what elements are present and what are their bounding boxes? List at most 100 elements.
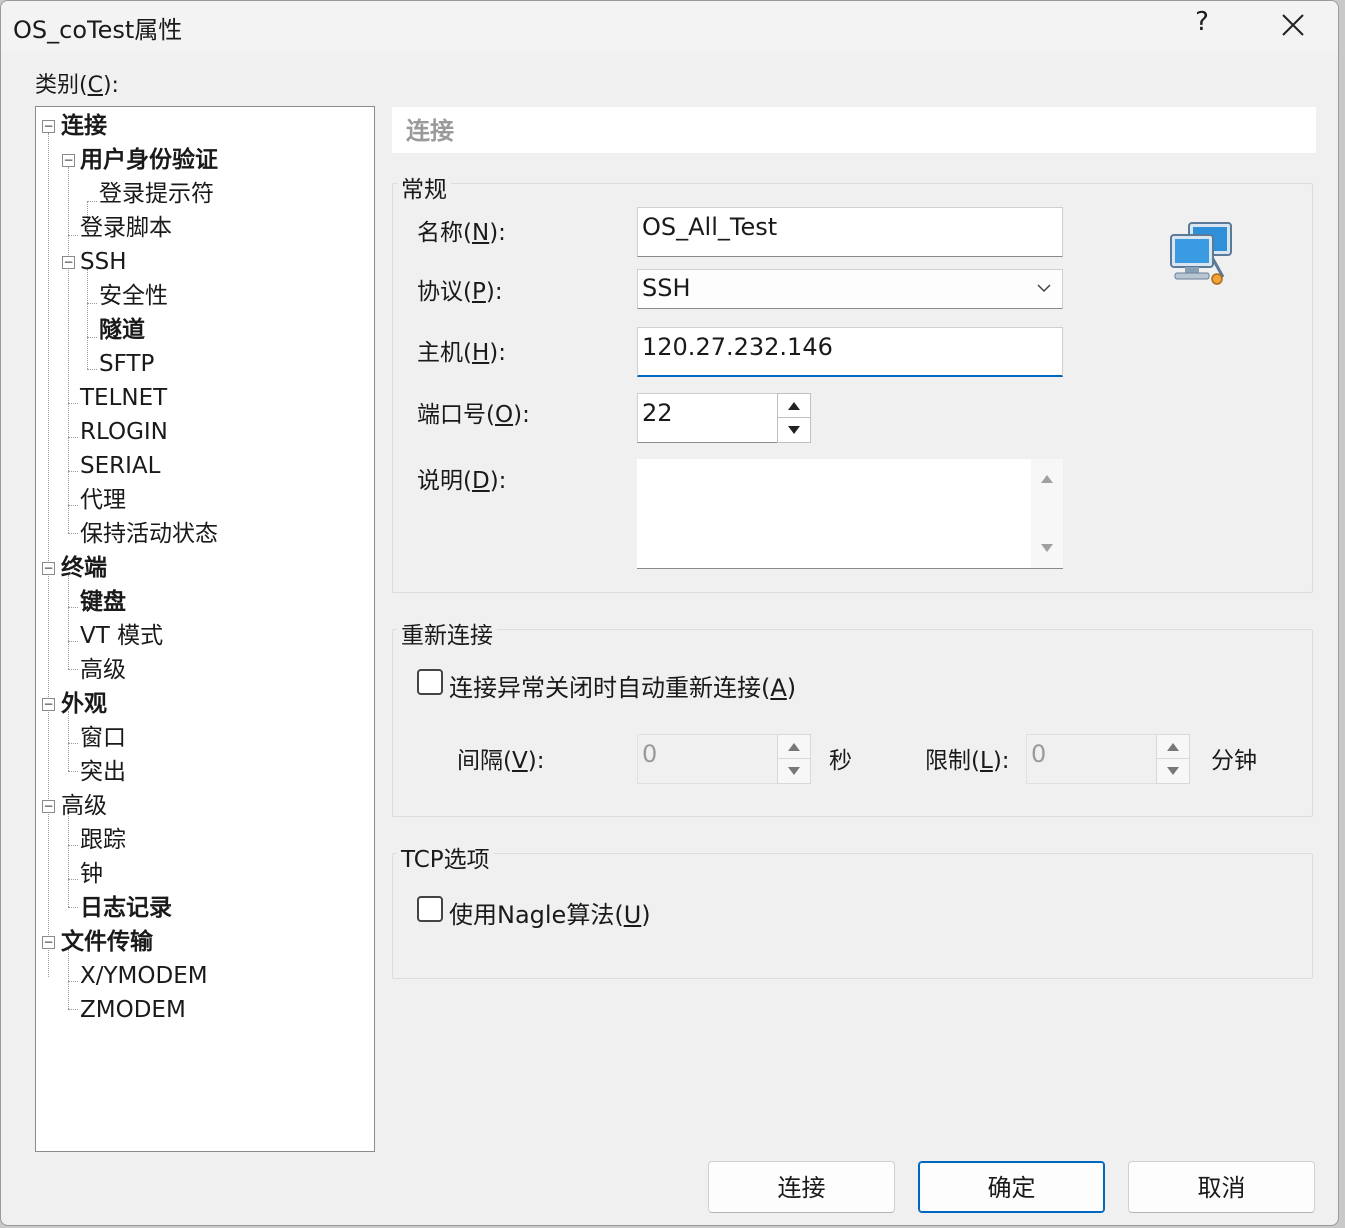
- tree-line: [68, 981, 78, 982]
- interval-label: 间隔(V):: [457, 748, 545, 774]
- tree-item-highlight[interactable]: 突出: [80, 756, 126, 788]
- nagle-label[interactable]: 使用Nagle算法(U): [449, 895, 651, 930]
- tree-item-serial[interactable]: SERIAL: [80, 450, 160, 482]
- tree-item-appearance[interactable]: 外观: [61, 688, 107, 720]
- host-label: 主机(H):: [417, 340, 507, 366]
- scroll-up-icon: [1041, 475, 1053, 483]
- tree-item-sftp[interactable]: SFTP: [99, 348, 154, 380]
- collapse-icon[interactable]: −: [42, 562, 55, 575]
- collapse-icon[interactable]: −: [62, 256, 75, 269]
- tree-item-security[interactable]: 安全性: [99, 280, 168, 312]
- cancel-button[interactable]: 取消: [1128, 1161, 1315, 1213]
- close-icon: [1282, 14, 1304, 36]
- tree-line: [68, 743, 78, 744]
- tree-item-keep-alive[interactable]: 保持活动状态: [80, 518, 218, 550]
- arrow-up-icon: [1167, 742, 1179, 751]
- tree-line: [68, 505, 78, 506]
- auto-reconnect-label[interactable]: 连接异常关闭时自动重新连接(A): [449, 668, 796, 703]
- scroll-down-icon: [1041, 544, 1053, 552]
- host-input[interactable]: 120.27.232.146: [637, 327, 1063, 377]
- tree-item-ssh[interactable]: SSH: [80, 246, 127, 278]
- arrow-up-icon: [788, 401, 800, 410]
- limit-decrement[interactable]: [1157, 759, 1189, 783]
- port-decrement[interactable]: [778, 418, 810, 442]
- tree-item-vt-mode[interactable]: VT 模式: [80, 620, 163, 652]
- tree-line: [68, 575, 69, 669]
- tree-line: [87, 369, 97, 370]
- description-scrollbar[interactable]: [1031, 459, 1063, 568]
- collapse-icon[interactable]: −: [62, 154, 75, 167]
- protocol-value: SSH: [642, 274, 691, 302]
- tree-item-terminal-advanced[interactable]: 高级: [80, 654, 126, 686]
- tree-item-proxy[interactable]: 代理: [80, 484, 126, 516]
- tree-item-authentication[interactable]: 用户身份验证: [80, 144, 218, 176]
- tree-line: [68, 1009, 78, 1010]
- tree-item-trace[interactable]: 跟踪: [80, 824, 126, 856]
- interval-input[interactable]: 0: [637, 734, 779, 784]
- tree-line: [68, 949, 69, 1009]
- tree-line: [68, 437, 78, 438]
- tree-line: [48, 133, 49, 977]
- category-tree[interactable]: − − − − − − − 连接 用户身份验证 登录提示符 登录脚本 SSH 安…: [35, 106, 375, 1152]
- tree-item-terminal[interactable]: 终端: [61, 552, 107, 584]
- description-input[interactable]: [637, 459, 1063, 569]
- tree-item-advanced[interactable]: 高级: [61, 790, 107, 822]
- tree-item-tunneling[interactable]: 隧道: [99, 314, 145, 346]
- tree-item-xymodem[interactable]: X/YMODEM: [80, 960, 208, 992]
- interval-increment[interactable]: [778, 735, 810, 759]
- tree-item-rlogin[interactable]: RLOGIN: [80, 416, 168, 448]
- close-button[interactable]: [1275, 5, 1311, 45]
- interval-decrement[interactable]: [778, 759, 810, 783]
- collapse-icon[interactable]: −: [42, 698, 55, 711]
- tree-line: [68, 235, 78, 236]
- tree-line: [68, 879, 78, 880]
- port-increment[interactable]: [778, 394, 810, 418]
- tree-line: [68, 641, 78, 642]
- collapse-icon[interactable]: −: [42, 120, 55, 133]
- tree-line: [68, 167, 69, 533]
- tree-line: [87, 269, 88, 369]
- tree-line: [87, 303, 97, 304]
- tree-line: [87, 337, 97, 338]
- tree-line: [68, 533, 78, 534]
- tree-line: [68, 907, 78, 908]
- tree-line: [68, 845, 78, 846]
- limit-input[interactable]: 0: [1026, 734, 1158, 784]
- title-bar: OS_coTest属性 ?: [1, 1, 1338, 51]
- auto-reconnect-checkbox[interactable]: [417, 669, 443, 695]
- protocol-select[interactable]: SSH: [637, 269, 1063, 309]
- tree-item-zmodem[interactable]: ZMODEM: [80, 994, 186, 1026]
- help-button[interactable]: ?: [1187, 7, 1217, 43]
- category-label: 类别(C):: [35, 73, 119, 98]
- tree-item-login-scripts[interactable]: 登录脚本: [80, 212, 172, 244]
- limit-increment[interactable]: [1157, 735, 1189, 759]
- nagle-checkbox[interactable]: [417, 896, 443, 922]
- tree-line: [68, 771, 78, 772]
- interval-stepper[interactable]: [777, 734, 811, 784]
- tree-item-file-transfer[interactable]: 文件传输: [61, 926, 153, 958]
- tree-item-telnet[interactable]: TELNET: [80, 382, 167, 414]
- limit-label: 限制(L):: [925, 748, 1010, 774]
- tree-item-bell[interactable]: 钟: [80, 858, 103, 890]
- port-input[interactable]: 22: [637, 393, 779, 443]
- tree-item-keyboard[interactable]: 键盘: [80, 586, 126, 618]
- tree-item-connection[interactable]: 连接: [61, 110, 107, 142]
- collapse-icon[interactable]: −: [42, 936, 55, 949]
- reconnect-group-title: 重新连接: [397, 616, 497, 650]
- arrow-up-icon: [788, 742, 800, 751]
- limit-stepper[interactable]: [1156, 734, 1190, 784]
- port-stepper[interactable]: [777, 393, 811, 443]
- tcp-options-group-title: TCP选项: [397, 840, 494, 874]
- connect-button[interactable]: 连接: [708, 1161, 895, 1213]
- tree-item-window[interactable]: 窗口: [80, 722, 126, 754]
- general-group-title: 常规: [397, 170, 451, 204]
- description-label: 说明(D):: [417, 468, 507, 494]
- arrow-down-icon: [788, 767, 800, 775]
- name-input[interactable]: OS_All_Test: [637, 207, 1063, 257]
- ok-button[interactable]: 确定: [918, 1161, 1105, 1213]
- tree-line: [68, 403, 78, 404]
- collapse-icon[interactable]: −: [42, 800, 55, 813]
- tree-item-login-prompts[interactable]: 登录提示符: [99, 178, 214, 210]
- tree-item-logging[interactable]: 日志记录: [80, 892, 172, 924]
- tree-line: [68, 813, 69, 907]
